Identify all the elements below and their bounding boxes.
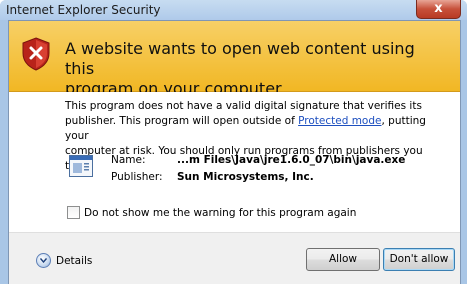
warning-banner: A website wants to open web content usin… <box>9 21 460 98</box>
dont-allow-button[interactable]: Don't allow <box>383 248 455 271</box>
headline: A website wants to open web content usin… <box>65 39 445 99</box>
details-label[interactable]: Details <box>56 255 92 267</box>
close-button[interactable]: x <box>416 0 461 19</box>
dont-show-again-checkbox[interactable] <box>67 206 80 219</box>
shield-warning-icon <box>22 37 50 71</box>
chevron-down-icon[interactable] <box>36 253 51 268</box>
dont-show-again-row[interactable]: Do not show me the warning for this prog… <box>67 206 356 219</box>
program-name-row: Name: ...m Files\Java\jre1.6.0_07\bin\jav… <box>111 154 405 166</box>
details-toggle[interactable]: Details <box>36 253 92 268</box>
window-title: Internet Explorer Security <box>6 3 161 17</box>
publisher-row: Publisher: Sun Microsystems, Inc. <box>111 171 314 183</box>
dialog-content: A website wants to open web content usin… <box>8 20 461 284</box>
warning-line-2-start: publisher. This program will open outsid… <box>65 115 299 127</box>
warning-line-2: publisher. This program will open outsid… <box>65 114 435 144</box>
dialog-body: This program does not have a valid digit… <box>9 92 460 232</box>
allow-button[interactable]: Allow <box>306 248 380 271</box>
protected-mode-link[interactable]: Protected mode <box>298 115 381 127</box>
title-bar[interactable]: Internet Explorer Security x <box>0 0 467 20</box>
dialog-window: Internet Explorer Security x A website w… <box>0 0 467 284</box>
dont-show-again-label[interactable]: Do not show me the warning for this prog… <box>84 207 356 219</box>
name-value: ...m Files\Java\jre1.6.0_07\bin\java.exe <box>177 154 406 166</box>
application-icon <box>69 155 93 177</box>
warning-line-1: This program does not have a valid digit… <box>65 100 422 112</box>
name-label: Name: <box>111 154 146 166</box>
close-icon: x <box>434 1 443 16</box>
publisher-value: Sun Microsystems, Inc. <box>177 171 314 183</box>
headline-line-1: A website wants to open web content usin… <box>65 39 415 78</box>
publisher-label: Publisher: <box>111 171 163 183</box>
dialog-footer: Details Allow Don't allow <box>9 232 460 284</box>
